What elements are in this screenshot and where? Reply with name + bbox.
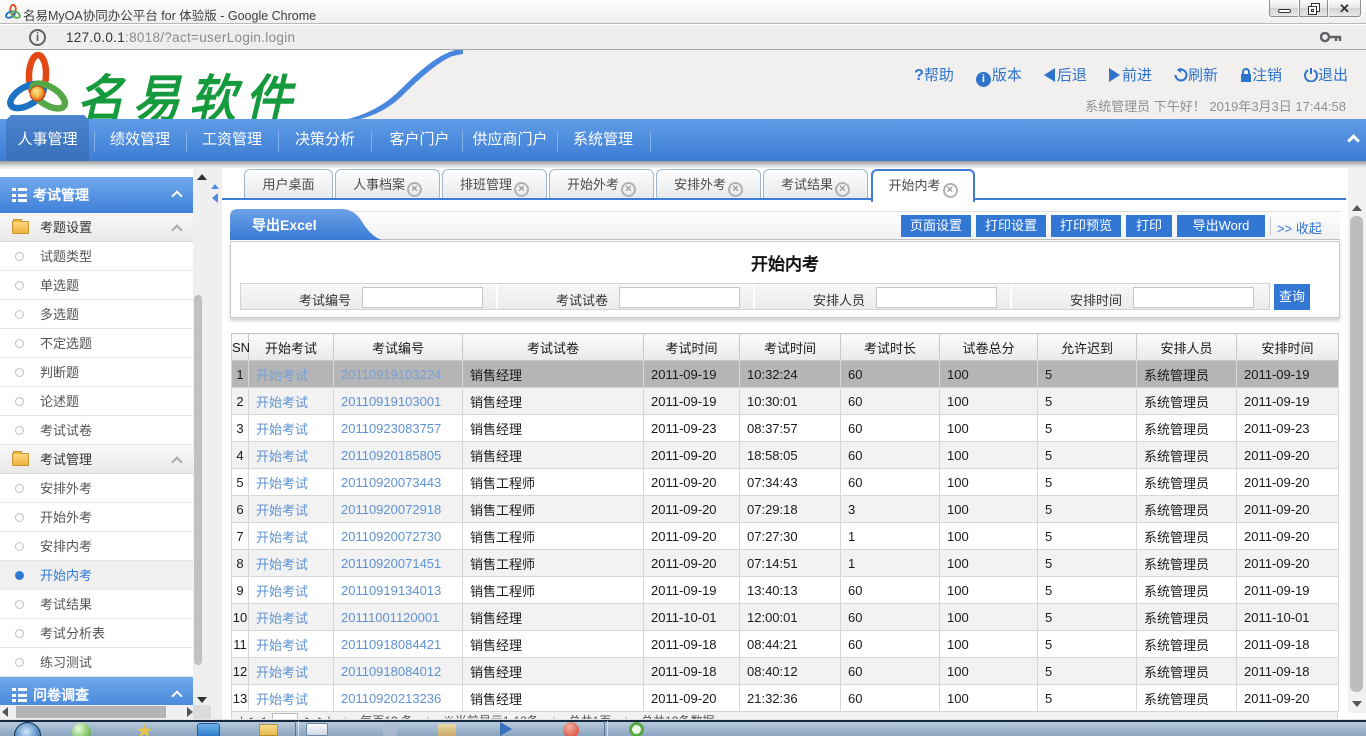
svg-text:i: i: [36, 89, 39, 99]
